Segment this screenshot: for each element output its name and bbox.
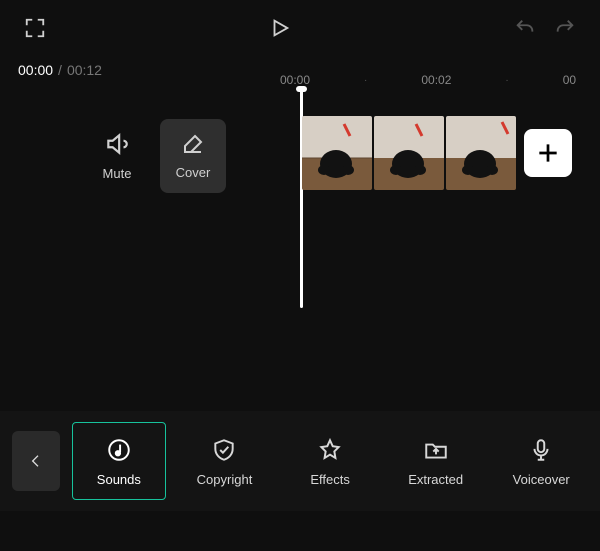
tool-label: Copyright bbox=[197, 472, 253, 487]
tool-extracted[interactable]: Extracted bbox=[389, 422, 483, 500]
cover-button[interactable]: Cover bbox=[160, 119, 226, 193]
mute-button[interactable]: Mute bbox=[84, 119, 150, 193]
folder-icon bbox=[423, 436, 449, 464]
fullscreen-button[interactable] bbox=[20, 13, 50, 43]
undo-button[interactable] bbox=[510, 13, 540, 43]
add-clip-button[interactable] bbox=[524, 129, 572, 177]
tool-label: Extracted bbox=[408, 472, 463, 487]
back-button[interactable] bbox=[12, 431, 60, 491]
tool-voiceover[interactable]: Voiceover bbox=[494, 422, 588, 500]
timeline[interactable]: Mute Cover bbox=[0, 88, 600, 388]
tool-effects[interactable]: Effects bbox=[283, 422, 377, 500]
redo-button[interactable] bbox=[550, 13, 580, 43]
mute-label: Mute bbox=[103, 166, 132, 181]
mute-icon bbox=[104, 131, 130, 160]
clip-thumbnail[interactable] bbox=[446, 116, 516, 190]
timecode-separator: / bbox=[58, 62, 62, 78]
timecode-duration: 00:12 bbox=[67, 62, 102, 78]
ruler-dot: · bbox=[364, 75, 367, 86]
edit-icon bbox=[181, 132, 205, 159]
star-icon bbox=[317, 436, 343, 464]
ruler-tick: 00:02 bbox=[421, 73, 451, 87]
clip-strip[interactable] bbox=[302, 116, 572, 190]
tool-label: Effects bbox=[310, 472, 350, 487]
timecode-current: 00:00 bbox=[18, 62, 53, 78]
audio-toolbar: Sounds Copyright Effects Extracted bbox=[0, 411, 600, 511]
ruler-tick: 00 bbox=[563, 73, 576, 87]
clip-thumbnail[interactable] bbox=[302, 116, 372, 190]
tool-sounds[interactable]: Sounds bbox=[72, 422, 166, 500]
microphone-icon bbox=[528, 436, 554, 464]
tool-copyright[interactable]: Copyright bbox=[178, 422, 272, 500]
clip-thumbnail[interactable] bbox=[374, 116, 444, 190]
tool-label: Sounds bbox=[97, 472, 141, 487]
shield-check-icon bbox=[211, 436, 237, 464]
music-note-icon bbox=[106, 436, 132, 464]
cover-label: Cover bbox=[176, 165, 211, 180]
tool-label: Voiceover bbox=[513, 472, 570, 487]
timeline-ruler: 00:00 · 00:02 · 00 bbox=[280, 70, 600, 90]
play-button[interactable] bbox=[265, 13, 295, 43]
ruler-dot: · bbox=[505, 75, 508, 86]
ruler-tick: 00:00 bbox=[280, 73, 310, 87]
